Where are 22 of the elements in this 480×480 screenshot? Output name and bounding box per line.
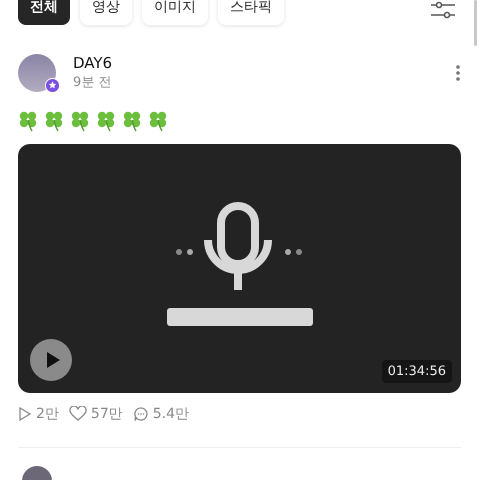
clover-icon xyxy=(96,110,116,132)
more-options-icon[interactable] xyxy=(455,64,461,82)
clover-icon xyxy=(70,110,90,132)
play-count-icon xyxy=(18,406,32,422)
clover-icon xyxy=(18,110,38,132)
duration-badge: 01:34:56 xyxy=(382,360,452,383)
author-name[interactable]: DAY6 xyxy=(73,53,455,73)
filter-tab[interactable]: 전체 xyxy=(18,0,70,25)
filter-tab[interactable]: 스타픽 xyxy=(218,0,284,25)
heart-icon[interactable] xyxy=(68,406,87,422)
stat-count: 5.4만 xyxy=(152,405,190,423)
clover-icon xyxy=(44,110,64,132)
stat-count: 2만 xyxy=(36,405,59,423)
filter-tab[interactable]: 이미지 xyxy=(142,0,208,25)
comment-icon[interactable] xyxy=(132,406,149,422)
stat-count: 57만 xyxy=(90,405,123,423)
post-time: 9분 전 xyxy=(73,74,112,92)
filter-tab[interactable]: 영상 xyxy=(80,0,132,25)
avatar[interactable] xyxy=(18,54,56,92)
clover-icon xyxy=(148,110,168,132)
clover-icon xyxy=(122,110,142,132)
play-icon xyxy=(45,351,61,369)
